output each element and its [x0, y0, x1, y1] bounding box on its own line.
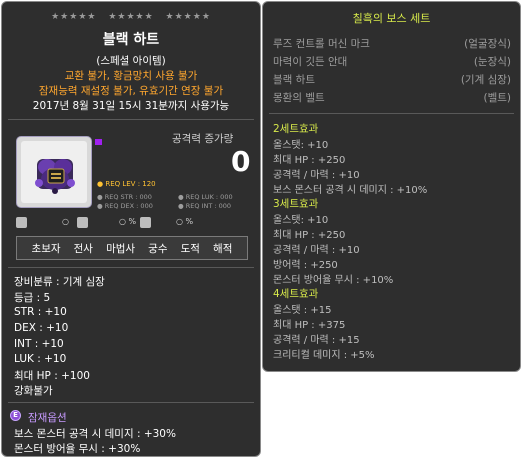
- job-magician: 마법사: [106, 242, 136, 255]
- mini-stat-icon-2: [77, 217, 88, 228]
- potential-title: 잠재옵션: [28, 412, 67, 424]
- attack-increase-value: 0: [231, 145, 251, 178]
- mini-stat-icon-3: [140, 217, 151, 228]
- set-effect-tooltip: 칠흑의 보스 세트 루즈 컨트롤 머신 마크 (얼굴장식) 마력이 깃든 안대 …: [262, 1, 521, 372]
- set-item-name: 루즈 컨트롤 머신 마크: [273, 38, 370, 50]
- set-effect-2-line: 최대 HP : +250: [273, 155, 346, 166]
- mini-stat-value-1: ○: [62, 217, 69, 226]
- stat-dex: DEX : +10: [14, 322, 69, 334]
- set-effect-3-line: 공격력 / 마력 : +10: [273, 245, 360, 256]
- stat-max-hp: 최대 HP : +100: [14, 370, 90, 382]
- set-effect-4-title: 4세트효과: [273, 288, 319, 300]
- divider: [8, 119, 254, 120]
- set-effect-3-line: 방어력 : +250: [273, 260, 338, 271]
- set-effect-4-line: 공격력 / 마력 : +15: [273, 335, 360, 346]
- stat-int: INT : +10: [14, 338, 64, 350]
- potential-line-1: 보스 몬스터 공격 시 데미지 : +30%: [14, 428, 176, 440]
- stat-equip-type: 장비분류 : 기계 심장: [14, 276, 105, 288]
- req-int: ● REQ INT : 000: [178, 202, 232, 210]
- set-item-slot: (눈장식): [473, 56, 511, 68]
- set-effect-4-line: 크리티컬 데미지 : +5%: [273, 350, 375, 361]
- star-group-2: ★★★★★: [108, 12, 154, 22]
- item-type: (스페셜 아이템): [96, 55, 166, 67]
- item-name: 블랙 하트: [102, 32, 160, 48]
- set-effect-3-line: 최대 HP : +250: [273, 230, 346, 241]
- set-item-name: 마력이 깃든 안대: [273, 56, 348, 68]
- star-force-rating: ★★★★★ ★★★★★ ★★★★★: [2, 12, 260, 22]
- set-item-1: 루즈 컨트롤 머신 마크 (얼굴장식): [273, 36, 511, 51]
- job-requirements: 초보자 전사 마법사 궁수 도적 해적: [16, 236, 248, 260]
- job-beginner: 초보자: [31, 242, 61, 255]
- restriction-potential: 잠재능력 재설정 불가, 유효기간 연장 불가: [38, 85, 224, 97]
- set-item-2: 마력이 깃든 안대 (눈장식): [273, 54, 511, 69]
- mini-stat-value-2: ○ %: [119, 217, 137, 226]
- potential-line-2: 몬스터 방어율 무시 : +30%: [14, 443, 141, 455]
- set-effect-4-line: 최대 HP : +375: [273, 320, 346, 331]
- set-item-slot: (얼굴장식): [464, 38, 511, 50]
- star-group-1: ★★★★★: [51, 12, 97, 22]
- mini-stat-icon-1: [16, 217, 27, 228]
- stat-luk: LUK : +10: [14, 353, 67, 365]
- divider: [269, 113, 514, 114]
- req-str: ● REQ STR : 000: [97, 193, 152, 201]
- black-heart-icon: [35, 159, 75, 194]
- expiry-date: 2017년 8월 31일 15시 31분까지 사용가능: [32, 100, 230, 112]
- set-item-name: 블랙 하트: [273, 74, 315, 86]
- divider: [8, 402, 254, 403]
- set-effect-3-line: 올스탯: +10: [273, 215, 329, 226]
- item-tooltip: ★★★★★ ★★★★★ ★★★★★ 블랙 하트 (스페셜 아이템) 교환 불가,…: [1, 1, 261, 457]
- stat-no-enhance: 강화불가: [14, 385, 53, 397]
- set-effect-2-line: 올스탯: +10: [273, 140, 329, 151]
- req-luk: ● REQ LUK : 000: [178, 193, 233, 201]
- stat-grade: 등급 : 5: [14, 292, 51, 304]
- set-effect-2-line: 보스 몬스터 공격 시 데미지 : +10%: [273, 185, 428, 196]
- star-group-3: ★★★★★: [165, 12, 211, 22]
- job-archer: 궁수: [148, 242, 168, 255]
- req-dex: ● REQ DEX : 000: [97, 202, 153, 210]
- set-item-4: 몽환의 벨트 (벨트): [273, 90, 511, 105]
- job-thief: 도적: [180, 242, 200, 255]
- set-effect-2-title: 2세트효과: [273, 123, 319, 135]
- set-effect-2-line: 공격력 / 마력 : +10: [273, 170, 360, 181]
- divider: [8, 267, 254, 268]
- potential-grade-indicator: [95, 139, 102, 145]
- restriction-trade: 교환 불가, 황금망치 사용 불가: [64, 70, 198, 82]
- set-effect-4-line: 올스탯 : +15: [273, 305, 332, 316]
- set-item-slot: (기계 심장): [460, 74, 511, 86]
- set-title: 칠흑의 보스 세트: [352, 12, 431, 25]
- mini-stat-value-3: ○ %: [176, 217, 194, 226]
- set-item-3: 블랙 하트 (기계 심장): [273, 72, 511, 87]
- set-item-slot: (벨트): [483, 92, 511, 104]
- set-effect-3-title: 3세트효과: [273, 198, 319, 210]
- job-pirate: 해적: [213, 242, 233, 255]
- item-icon-frame: [16, 136, 92, 208]
- set-effect-3-line: 몬스터 방어율 무시 : +10%: [273, 275, 394, 286]
- potential-epic-icon: E: [10, 410, 21, 421]
- set-item-name: 몽환의 벨트: [273, 92, 325, 104]
- stat-str: STR : +10: [14, 306, 67, 318]
- job-warrior: 전사: [73, 242, 93, 255]
- attack-increase-label: 공격력 증가량: [172, 133, 234, 145]
- req-level: ● REQ LEV : 120: [97, 180, 156, 188]
